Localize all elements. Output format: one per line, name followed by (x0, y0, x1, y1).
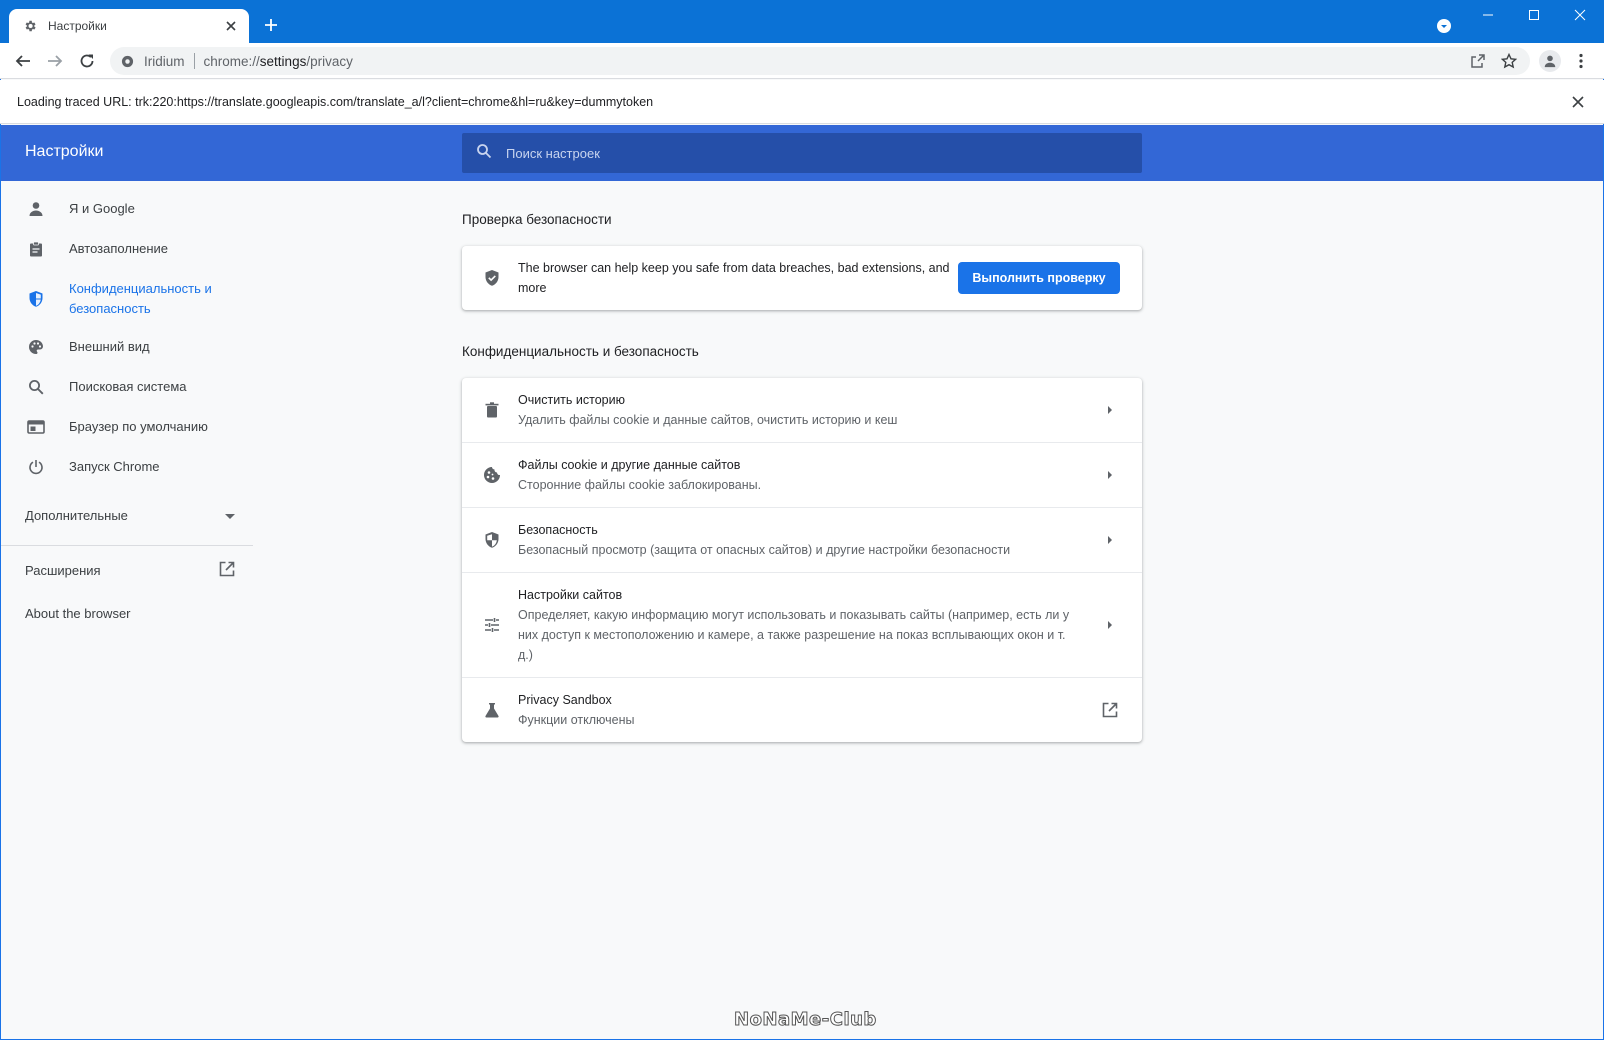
infobar-message: Loading traced URL: trk:220:https://tran… (17, 94, 654, 109)
minimize-icon[interactable] (1465, 0, 1511, 30)
privacy-card: Очистить историю Удалить файлы cookie и … (462, 378, 1142, 742)
safety-check-description: The browser can help keep you safe from … (518, 261, 950, 295)
chevron-right-icon (1098, 398, 1122, 422)
sidebar-item-label: Браузер по умолчанию (69, 419, 208, 434)
tab-search-icon[interactable] (1435, 17, 1453, 35)
sidebar-item-privacy[interactable]: Конфиденциальность и безопасность (1, 279, 231, 319)
browser-icon (26, 417, 46, 437)
profile-avatar-icon[interactable] (1539, 50, 1561, 72)
security-shield-icon (482, 530, 502, 550)
maximize-icon[interactable] (1511, 0, 1557, 30)
share-icon[interactable] (1469, 52, 1487, 70)
power-icon (26, 457, 46, 477)
caret-down-icon (225, 508, 235, 523)
row-subtitle: Определяет, какую информацию могут испол… (518, 608, 1070, 662)
sidebar-item-you-and-google[interactable]: Я и Google (1, 199, 135, 219)
forward-icon[interactable] (45, 51, 65, 71)
settings-search-input[interactable]: Поиск настроек (462, 133, 1142, 173)
sidebar-item-label: Запуск Chrome (69, 459, 160, 474)
person-icon (26, 199, 46, 219)
url-text[interactable]: chrome://settings/privacy (204, 54, 353, 69)
row-subtitle: Функции отключены (518, 713, 635, 727)
safety-check-card: The browser can help keep you safe from … (462, 246, 1142, 310)
row-clear-browsing-data[interactable]: Очистить историю Удалить файлы cookie и … (462, 378, 1142, 442)
toolbar: Iridium chrome://settings/privacy (0, 43, 1604, 79)
sidebar-item-label: Внешний вид (69, 339, 150, 354)
sidebar-item-default-browser[interactable]: Браузер по умолчанию (1, 417, 208, 437)
omnibox-separator (193, 53, 195, 69)
infobar: Loading traced URL: trk:220:https://tran… (0, 80, 1604, 124)
clipboard-icon (26, 239, 46, 259)
sidebar-item-search-engine[interactable]: Поисковая система (1, 377, 187, 397)
privacy-heading: Конфиденциальность и безопасность (462, 344, 699, 359)
row-title: Файлы cookie и другие данные сайтов (518, 458, 741, 472)
row-title: Безопасность (518, 523, 598, 537)
sidebar-divider (1, 545, 253, 546)
sidebar-item-label: Поисковая система (69, 379, 187, 394)
trash-icon (482, 400, 502, 420)
new-tab-icon[interactable] (262, 16, 280, 34)
close-tab-icon[interactable] (223, 18, 239, 34)
row-subtitle: Безопасный просмотр (защита от опасных с… (518, 543, 1011, 557)
row-cookies[interactable]: Файлы cookie и другие данные сайтов Стор… (462, 442, 1142, 507)
flask-icon (482, 700, 502, 720)
sidebar-item-autofill[interactable]: Автозаполнение (1, 239, 168, 259)
row-title: Очистить историю (518, 393, 625, 407)
gear-icon (22, 18, 38, 34)
page-title: Настройки (25, 143, 104, 160)
open-in-new-icon (1098, 698, 1122, 722)
tune-sliders-icon (482, 615, 502, 635)
sidebar-item-appearance[interactable]: Внешний вид (1, 337, 150, 357)
advanced-label: Дополнительные (25, 508, 128, 523)
search-icon (26, 377, 46, 397)
settings-header: Настройки Поиск настроек (1, 125, 1603, 181)
menu-dots-icon[interactable] (1572, 52, 1590, 70)
sidebar-item-label: Я и Google (69, 201, 135, 216)
tab-settings[interactable]: Настройки (9, 9, 249, 43)
chevron-right-icon (1098, 528, 1122, 552)
chevron-right-icon (1098, 613, 1122, 637)
run-safety-check-button[interactable]: Выполнить проверку (958, 262, 1120, 294)
open-in-new-icon (219, 561, 235, 580)
search-icon (476, 143, 492, 164)
site-info-icon[interactable] (120, 54, 134, 68)
row-site-settings[interactable]: Настройки сайтов Определяет, какую инфор… (462, 572, 1142, 677)
sidebar-item-about[interactable]: About the browser (25, 606, 131, 621)
sidebar-item-on-startup[interactable]: Запуск Chrome (1, 457, 160, 477)
chevron-right-icon (1098, 463, 1122, 487)
address-bar[interactable]: Iridium chrome://settings/privacy (110, 47, 1530, 75)
safety-check-heading: Проверка безопасности (462, 212, 612, 227)
row-security[interactable]: Безопасность Безопасный просмотр (защита… (462, 507, 1142, 572)
close-window-icon[interactable] (1557, 0, 1603, 30)
row-subtitle: Сторонние файлы cookie заблокированы. (518, 478, 762, 492)
extensions-label: Расширения (25, 563, 101, 578)
sidebar-item-label: Конфиденциальность и безопасность (69, 281, 212, 316)
sidebar-item-label: Автозаполнение (69, 241, 169, 256)
row-title: Настройки сайтов (518, 588, 623, 602)
title-bar: Настройки (0, 0, 1604, 43)
watermark: NoNaMe-Club (734, 1009, 877, 1031)
tab-title: Настройки (48, 19, 107, 33)
back-icon[interactable] (13, 51, 33, 71)
shield-check-icon (482, 268, 502, 288)
sidebar-item-extensions[interactable]: Расширения (25, 561, 235, 580)
reload-icon[interactable] (77, 51, 97, 71)
infobar-close-icon[interactable] (1570, 94, 1586, 110)
site-name: Iridium (144, 53, 185, 69)
bookmark-star-icon[interactable] (1500, 52, 1518, 70)
cookie-icon (482, 465, 502, 485)
row-title: Privacy Sandbox (518, 693, 612, 707)
row-subtitle: Удалить файлы cookie и данные сайтов, оч… (518, 413, 898, 427)
row-privacy-sandbox[interactable]: Privacy Sandbox Функции отключены (462, 677, 1142, 742)
sidebar-advanced-toggle[interactable]: Дополнительные (25, 508, 235, 523)
shield-icon (26, 289, 46, 309)
search-placeholder: Поиск настроек (506, 145, 600, 161)
palette-icon (26, 337, 46, 357)
